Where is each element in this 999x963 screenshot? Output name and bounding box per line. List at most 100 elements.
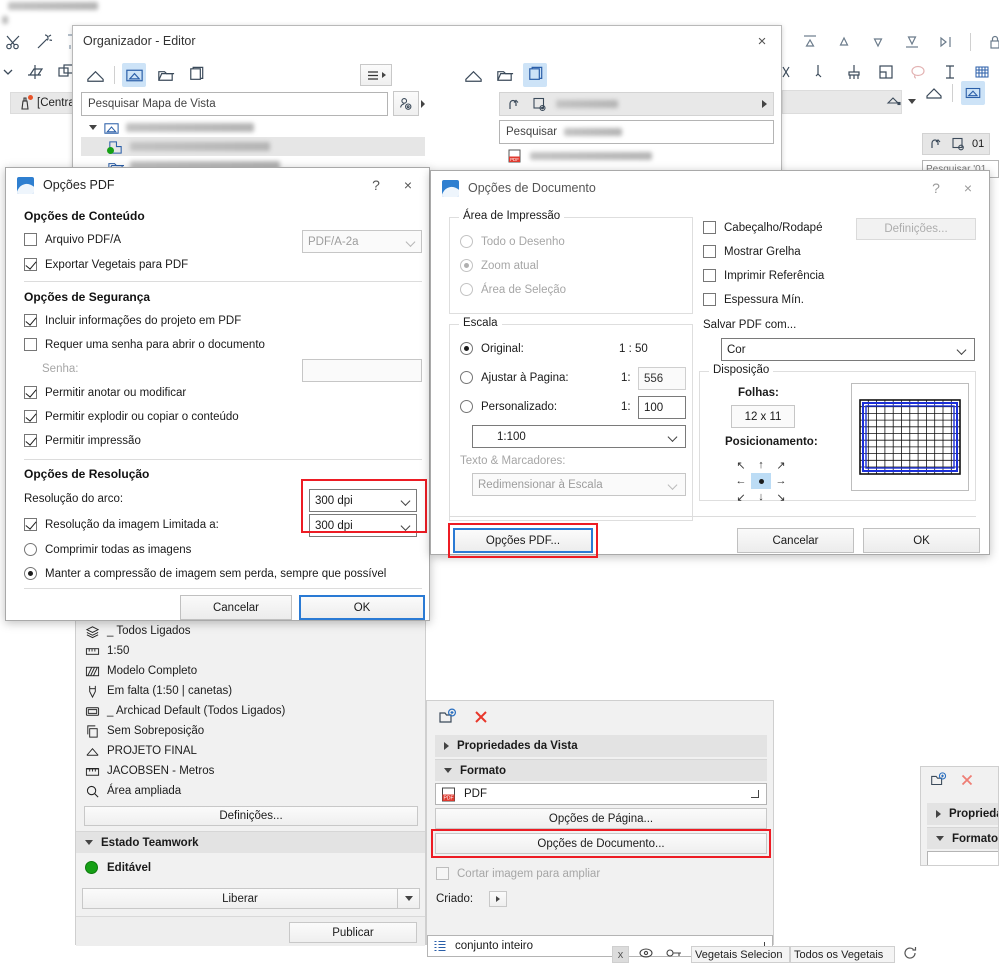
scale-custom-input[interactable]: 100 — [638, 396, 686, 419]
view-filter-button[interactable] — [393, 91, 425, 116]
radio-print-all[interactable] — [460, 235, 473, 248]
checkbox-export-vegetais[interactable] — [24, 258, 37, 271]
radio-scale-fit-page[interactable] — [460, 371, 473, 384]
publisher-list-item[interactable]: _ Todos Ligados — [76, 621, 425, 641]
arc-resolution-select[interactable]: 300 dpi — [309, 489, 417, 512]
checkbox-include-project-info[interactable] — [24, 314, 37, 327]
layout-book-icon[interactable] — [492, 63, 516, 87]
right-panel-path-bar[interactable]: 01 — [922, 133, 991, 155]
pdfa-version-select[interactable]: PDF/A-2a — [302, 230, 422, 253]
publisher-list-item[interactable]: _ Archicad Default (Todos Ligados) — [76, 701, 425, 721]
key-icon[interactable] — [665, 946, 685, 963]
lock-icon[interactable] — [985, 32, 999, 52]
checkbox-min-thickness[interactable] — [703, 293, 716, 306]
chevron-down-icon[interactable] — [89, 125, 97, 130]
publisher-icon[interactable] — [523, 63, 547, 87]
position-bottom-left-arrow[interactable]: ↙ — [731, 489, 751, 505]
pdf-cancel-button[interactable]: Cancelar — [180, 595, 292, 620]
publisher-icon[interactable] — [184, 63, 208, 87]
position-top-arrow[interactable]: ↑ — [751, 457, 771, 473]
release-button-group[interactable]: Liberar — [82, 888, 420, 909]
scale-preset-select[interactable]: 1:100 — [472, 425, 686, 448]
refresh-icon[interactable] — [901, 946, 925, 963]
checkbox-show-grid[interactable] — [703, 245, 716, 258]
document-ok-button[interactable]: OK — [863, 528, 980, 553]
export-vegetais-checkbox-row[interactable]: Exportar Vegetais para PDF — [24, 258, 188, 271]
trim-icon[interactable] — [780, 62, 800, 82]
checkbox-image-resolution-limit[interactable] — [24, 518, 37, 531]
image-resolution-limit-row[interactable]: Resolução da imagem Limitada a: — [24, 518, 219, 531]
mirror-icon[interactable] — [25, 62, 45, 82]
delete-x-icon[interactable] — [958, 771, 976, 789]
publisher-set-icon[interactable] — [531, 96, 548, 113]
password-field[interactable] — [302, 359, 422, 382]
scale-custom-row[interactable]: Personalizado: — [460, 400, 557, 413]
print-area-selection-row[interactable]: Área de Seleção — [460, 283, 566, 296]
close-button[interactable]: × — [953, 177, 983, 199]
view-map-icon[interactable] — [122, 63, 146, 87]
radio-print-zoom[interactable] — [460, 259, 473, 272]
scale-fit-page-input[interactable]: 556 — [638, 367, 686, 390]
publisher-list-item[interactable]: Sem Sobreposição — [76, 721, 425, 741]
checkbox-print-reference[interactable] — [703, 269, 716, 282]
bring-to-front-icon[interactable] — [800, 32, 820, 52]
home-icon[interactable] — [461, 63, 485, 87]
scale-fit-page-row[interactable]: Ajustar à Pagina: — [460, 371, 569, 384]
right-format-select[interactable] — [927, 851, 998, 865]
close-button[interactable]: × — [393, 174, 423, 196]
radio-scale-custom[interactable] — [460, 400, 473, 413]
status-cell-selected[interactable]: Vegetais Selecion — [691, 946, 790, 963]
require-password-row[interactable]: Requer uma senha para abrir o documento — [24, 338, 265, 351]
radio-keep-lossless[interactable] — [24, 567, 37, 580]
page-options-button[interactable]: Opções de Página... — [435, 808, 767, 829]
new-folder-icon[interactable] — [437, 707, 457, 727]
publisher-list-item[interactable]: JACOBSEN - Metros — [76, 761, 425, 781]
release-button[interactable]: Liberar — [82, 888, 398, 909]
organizer-close-button[interactable]: × — [751, 31, 773, 51]
publisher-list-item[interactable]: 1:50 — [76, 641, 425, 661]
print-area-zoom-row[interactable]: Zoom atual — [460, 259, 539, 272]
position-top-left-arrow[interactable]: ↖ — [731, 457, 751, 473]
compress-all-images-row[interactable]: Comprimir todas as imagens — [24, 543, 191, 556]
publisher-list-item[interactable]: Modelo Completo — [76, 661, 425, 681]
paint-brush-icon[interactable] — [844, 62, 864, 82]
print-area-all-row[interactable]: Todo o Desenho — [460, 235, 565, 248]
up-level-icon[interactable] — [928, 136, 944, 152]
allow-print-row[interactable]: Permitir impressão — [24, 434, 141, 447]
split-icon[interactable] — [936, 32, 956, 52]
image-resolution-select[interactable]: 300 dpi — [309, 514, 417, 537]
publisher-set-icon[interactable] — [950, 136, 966, 152]
adjust-icon[interactable] — [812, 62, 832, 82]
allow-annotate-row[interactable]: Permitir anotar ou modificar — [24, 386, 186, 399]
magic-wand-icon[interactable] — [34, 32, 54, 52]
eye-icon[interactable] — [635, 946, 659, 963]
pdf-ok-button[interactable]: OK — [299, 595, 425, 620]
view-map-icon[interactable] — [961, 81, 985, 105]
home-icon[interactable] — [83, 63, 107, 87]
publisher-list-item[interactable]: Em falta (1:50 | canetas) — [76, 681, 425, 701]
position-center-button[interactable] — [751, 473, 771, 489]
right-group-header-properties[interactable]: Proprieda — [927, 803, 998, 825]
print-reference-row[interactable]: Imprimir Referência — [703, 269, 824, 282]
group-header-view-properties[interactable]: Propriedades da Vista — [435, 735, 767, 757]
radio-print-selection[interactable] — [460, 283, 473, 296]
send-to-back-icon[interactable] — [902, 32, 922, 52]
min-thickness-row[interactable]: Espessura Mín. — [703, 293, 804, 306]
checkbox-allow-explode[interactable] — [24, 410, 37, 423]
checkbox-require-password[interactable] — [24, 338, 37, 351]
position-bottom-right-arrow[interactable]: ↘ — [771, 489, 791, 505]
status-cell-all[interactable]: Todos os Vegetais — [790, 946, 895, 963]
radio-compress-all-images[interactable] — [24, 543, 37, 556]
status-close-button[interactable]: x — [612, 946, 629, 963]
help-button[interactable]: ? — [921, 177, 951, 199]
help-button[interactable]: ? — [361, 174, 391, 196]
keep-lossless-row[interactable]: Manter a compressão de imagem sem perda,… — [24, 567, 386, 580]
show-grid-row[interactable]: Mostrar Grelha — [703, 245, 801, 258]
checkbox-header-footer[interactable] — [703, 221, 716, 234]
view-map-tree-row[interactable] — [81, 118, 425, 137]
format-select[interactable]: PDF PDF — [435, 783, 767, 805]
created-expand-button[interactable] — [489, 891, 508, 907]
pdfa-checkbox-row[interactable]: Arquivo PDF/A — [24, 233, 121, 246]
crop-image-checkbox-row[interactable]: Cortar imagem para ampliar — [436, 867, 600, 880]
publish-button[interactable]: Publicar — [289, 922, 417, 943]
